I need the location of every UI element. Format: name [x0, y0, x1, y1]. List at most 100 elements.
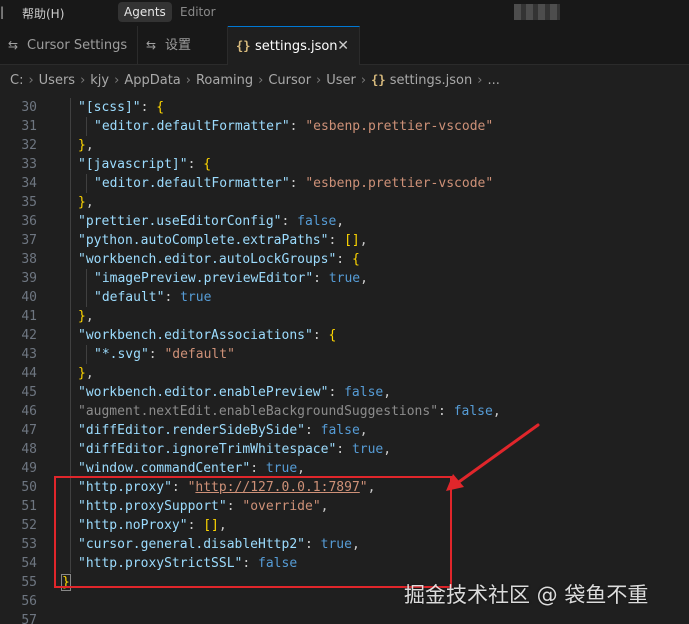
tab-label: 设置	[165, 38, 192, 53]
code-token: ,	[383, 385, 392, 400]
breadcrumb-item[interactable]: Cursor	[268, 73, 311, 88]
code-token: }	[78, 195, 86, 210]
code-token: :	[164, 290, 181, 305]
code-text: "workbench.editor.autoLockGroups": {	[78, 250, 360, 269]
breadcrumb-item[interactable]: kjy	[90, 73, 109, 88]
code-line[interactable]: 45 "workbench.editor.enablePreview": fals…	[0, 383, 689, 402]
code-token: ,	[85, 309, 94, 324]
code-line[interactable]: 37 "python.autoComplete.extraPaths": [],	[0, 231, 689, 250]
code-line[interactable]: 57	[0, 611, 689, 624]
code-text: "workbench.editor.enablePreview": false,	[78, 383, 391, 402]
mode-tab-editor[interactable]: Editor	[174, 2, 222, 22]
code-token: :	[304, 423, 321, 438]
chevron-right-icon: ›	[80, 73, 86, 88]
code-line[interactable]: 46 "augment.nextEdit.enableBackgroundSugg…	[0, 402, 689, 421]
chevron-right-icon: ›	[477, 73, 483, 88]
line-number: 37	[21, 233, 37, 248]
breadcrumb-item[interactable]: AppData	[124, 73, 180, 88]
code-token: "esbenp.prettier-vscode"	[305, 176, 494, 191]
line-number: 40	[21, 290, 37, 305]
code-line[interactable]: 33 "[javascript]": {	[0, 155, 689, 174]
code-text: "python.autoComplete.extraPaths": [],	[78, 231, 368, 250]
code-line[interactable]: 38 "workbench.editor.autoLockGroups": {	[0, 250, 689, 269]
tab-settings-json[interactable]: {} settings.json ✕	[228, 26, 360, 65]
indent-guide	[70, 174, 71, 193]
code-token: true	[180, 290, 212, 305]
indent-guide	[86, 269, 87, 288]
code-token: "workbench.editor.enablePreview"	[78, 385, 329, 400]
code-text: "prettier.useEditorConfig": false,	[78, 212, 344, 231]
code-line[interactable]: 48 "diffEditor.ignoreTrimWhitespace": tru…	[0, 440, 689, 459]
code-token: "prettier.useEditorConfig"	[78, 214, 282, 229]
code-line[interactable]: 39 "imagePreview.previewEditor": true,	[0, 269, 689, 288]
code-text: },	[78, 136, 94, 155]
line-number: 39	[21, 271, 37, 286]
code-line[interactable]: 40 "default": true	[0, 288, 689, 307]
code-line[interactable]: 32},	[0, 136, 689, 155]
blurred-account-area	[514, 4, 560, 20]
close-icon[interactable]: ✕	[337, 27, 349, 65]
indent-guide	[86, 345, 87, 364]
code-token: ,	[359, 233, 368, 248]
mode-tab-agents[interactable]: Agents	[118, 2, 172, 22]
code-token: ,	[360, 271, 368, 286]
code-line[interactable]: 43 "*.svg": "default"	[0, 345, 689, 364]
menu-item-help[interactable]: 帮助(H)	[22, 5, 64, 22]
code-token: ,	[492, 404, 501, 419]
code-token: ,	[85, 195, 94, 210]
indent-guide	[70, 98, 71, 117]
code-line[interactable]: 41},	[0, 307, 689, 326]
code-line[interactable]: 31 "editor.defaultFormatter": "esbenp.pre…	[0, 117, 689, 136]
breadcrumb-item[interactable]: ...	[487, 73, 499, 88]
line-number: 55	[21, 575, 37, 590]
line-number: 57	[21, 613, 37, 624]
breadcrumb-item[interactable]: User	[326, 73, 356, 88]
indent-guide	[70, 345, 71, 364]
code-line[interactable]: 42 "workbench.editorAssociations": {	[0, 326, 689, 345]
code-token: "default"	[94, 290, 165, 305]
line-number: 36	[21, 214, 37, 229]
breadcrumb-item[interactable]: Users	[39, 73, 75, 88]
line-number: 56	[21, 594, 37, 609]
menu-item-partial[interactable]: |	[0, 5, 6, 19]
code-line[interactable]: 47 "diffEditor.renderSideBySide": false,	[0, 421, 689, 440]
code-token: "augment.nextEdit.enableBackgroundSugges…	[78, 404, 439, 419]
code-token: ,	[383, 442, 392, 457]
code-token: :	[281, 214, 298, 229]
code-text: "diffEditor.ignoreTrimWhitespace": true,	[78, 440, 391, 459]
line-number: 51	[21, 499, 37, 514]
indent-guide	[70, 155, 71, 174]
code-line[interactable]: 30 "[scss]": {	[0, 98, 689, 117]
code-token: "[javascript]"	[78, 157, 188, 172]
code-token: ,	[336, 214, 345, 229]
code-token: false	[297, 214, 337, 229]
indent-guide	[70, 402, 71, 421]
indent-guide	[86, 174, 87, 193]
code-token: "editor.defaultFormatter"	[94, 176, 290, 191]
code-line[interactable]: 36 "prettier.useEditorConfig": false,	[0, 212, 689, 231]
indent-guide	[70, 269, 71, 288]
line-number: 52	[21, 518, 37, 533]
settings-gear-icon: ⇆	[8, 38, 19, 52]
code-line[interactable]: 35},	[0, 193, 689, 212]
code-token: :	[148, 347, 165, 362]
indent-guide	[70, 136, 71, 155]
tab-settings[interactable]: ⇆ 设置	[138, 26, 228, 64]
tab-cursor-settings[interactable]: ⇆ Cursor Settings	[0, 26, 138, 64]
code-text: "editor.defaultFormatter": "esbenp.prett…	[94, 174, 493, 193]
code-token: :	[336, 442, 352, 457]
breadcrumb-item[interactable]: Roaming	[196, 73, 253, 88]
code-token: :	[140, 100, 157, 115]
tab-label: Cursor Settings	[27, 38, 128, 53]
code-text: "default": true	[94, 288, 211, 307]
breadcrumb-item[interactable]: settings.json	[390, 73, 473, 88]
code-token: false	[344, 385, 384, 400]
code-line[interactable]: 44},	[0, 364, 689, 383]
code-line[interactable]: 34 "editor.defaultFormatter": "esbenp.pre…	[0, 174, 689, 193]
breadcrumb-item[interactable]: C:	[10, 73, 23, 88]
chevron-right-icon: ›	[28, 73, 34, 88]
code-token: "editor.defaultFormatter"	[94, 119, 290, 134]
code-text: "diffEditor.renderSideBySide": false,	[78, 421, 368, 440]
menu-bar: | 帮助(H) Agents Editor	[0, 0, 689, 26]
line-number: 54	[21, 556, 37, 571]
